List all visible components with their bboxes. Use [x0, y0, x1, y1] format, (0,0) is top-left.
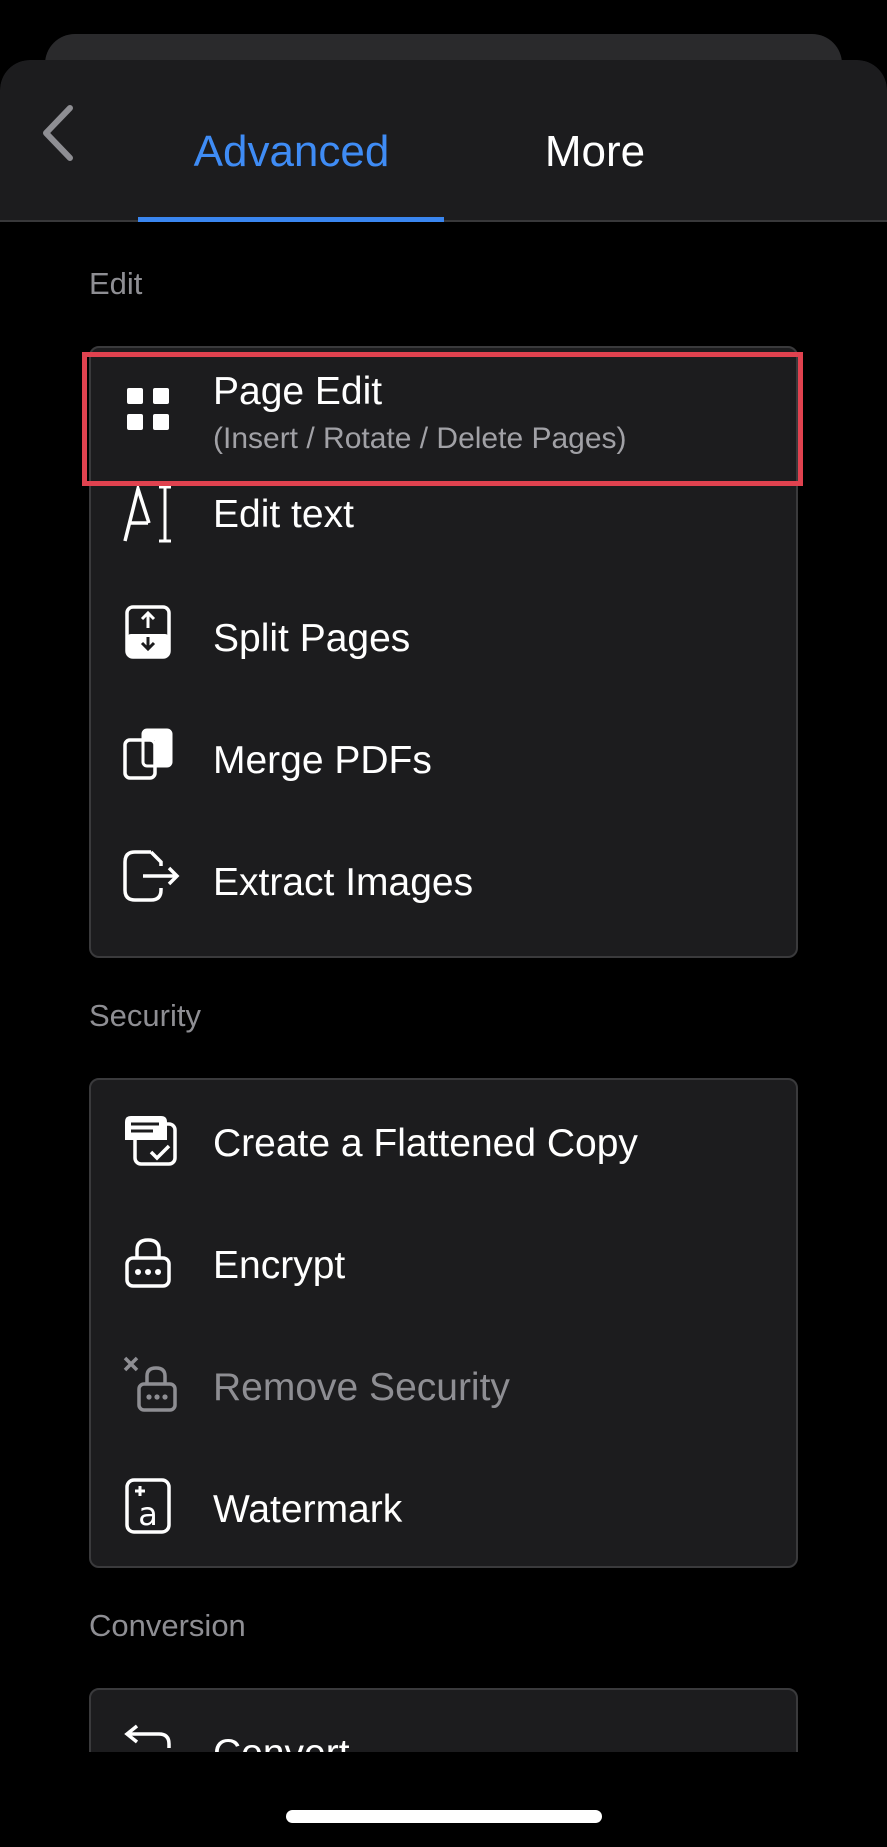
tab-advanced[interactable]: Advanced [140, 130, 443, 174]
merge-pdfs-title: Merge PDFs [213, 739, 432, 782]
bottom-safe-area [0, 1752, 887, 1847]
back-button[interactable] [36, 98, 86, 168]
merge-pdfs-item[interactable]: Merge PDFs [91, 720, 796, 842]
section-label-edit: Edit [89, 266, 143, 301]
split-pages-icon [125, 605, 171, 659]
tools-sheet: Advanced More Edit Page Edit (Insert / R… [0, 60, 887, 1820]
active-tab-indicator [138, 217, 444, 222]
merge-pdfs-icon [123, 728, 173, 780]
remove-security-title: Remove Security [213, 1366, 510, 1409]
unlock-icon [123, 1356, 177, 1412]
watermark-item[interactable]: a Watermark [91, 1446, 796, 1568]
extract-images-title: Extract Images [213, 861, 474, 904]
watermark-title: Watermark [213, 1488, 403, 1531]
flattened-copy-icon [125, 1116, 177, 1166]
encrypt-title: Encrypt [213, 1244, 346, 1287]
encrypt-item[interactable]: Encrypt [91, 1202, 796, 1324]
svg-text:a: a [138, 1495, 158, 1533]
edit-text-title: Edit text [213, 493, 354, 536]
lock-icon [125, 1238, 171, 1288]
export-icon [123, 850, 180, 902]
home-indicator [286, 1810, 602, 1823]
edit-text-icon [123, 483, 171, 543]
chevron-left-icon [43, 105, 73, 161]
flattened-copy-item[interactable]: Create a Flattened Copy [91, 1080, 796, 1202]
extract-images-item[interactable]: Extract Images [91, 842, 796, 964]
flattened-copy-title: Create a Flattened Copy [213, 1122, 638, 1165]
security-group: Create a Flattened Copy Encrypt Remove S… [89, 1078, 798, 1568]
tab-more[interactable]: More [530, 130, 660, 174]
split-pages-title: Split Pages [213, 617, 411, 660]
remove-security-item[interactable]: Remove Security [91, 1324, 796, 1446]
section-label-conversion: Conversion [89, 1608, 246, 1643]
sheet-header: Advanced More [0, 60, 887, 222]
highlight-box [82, 352, 803, 486]
watermark-icon: a [125, 1478, 171, 1534]
edit-text-item[interactable]: Edit text [91, 475, 796, 597]
split-pages-item[interactable]: Split Pages [91, 598, 796, 720]
section-label-security: Security [89, 998, 201, 1033]
